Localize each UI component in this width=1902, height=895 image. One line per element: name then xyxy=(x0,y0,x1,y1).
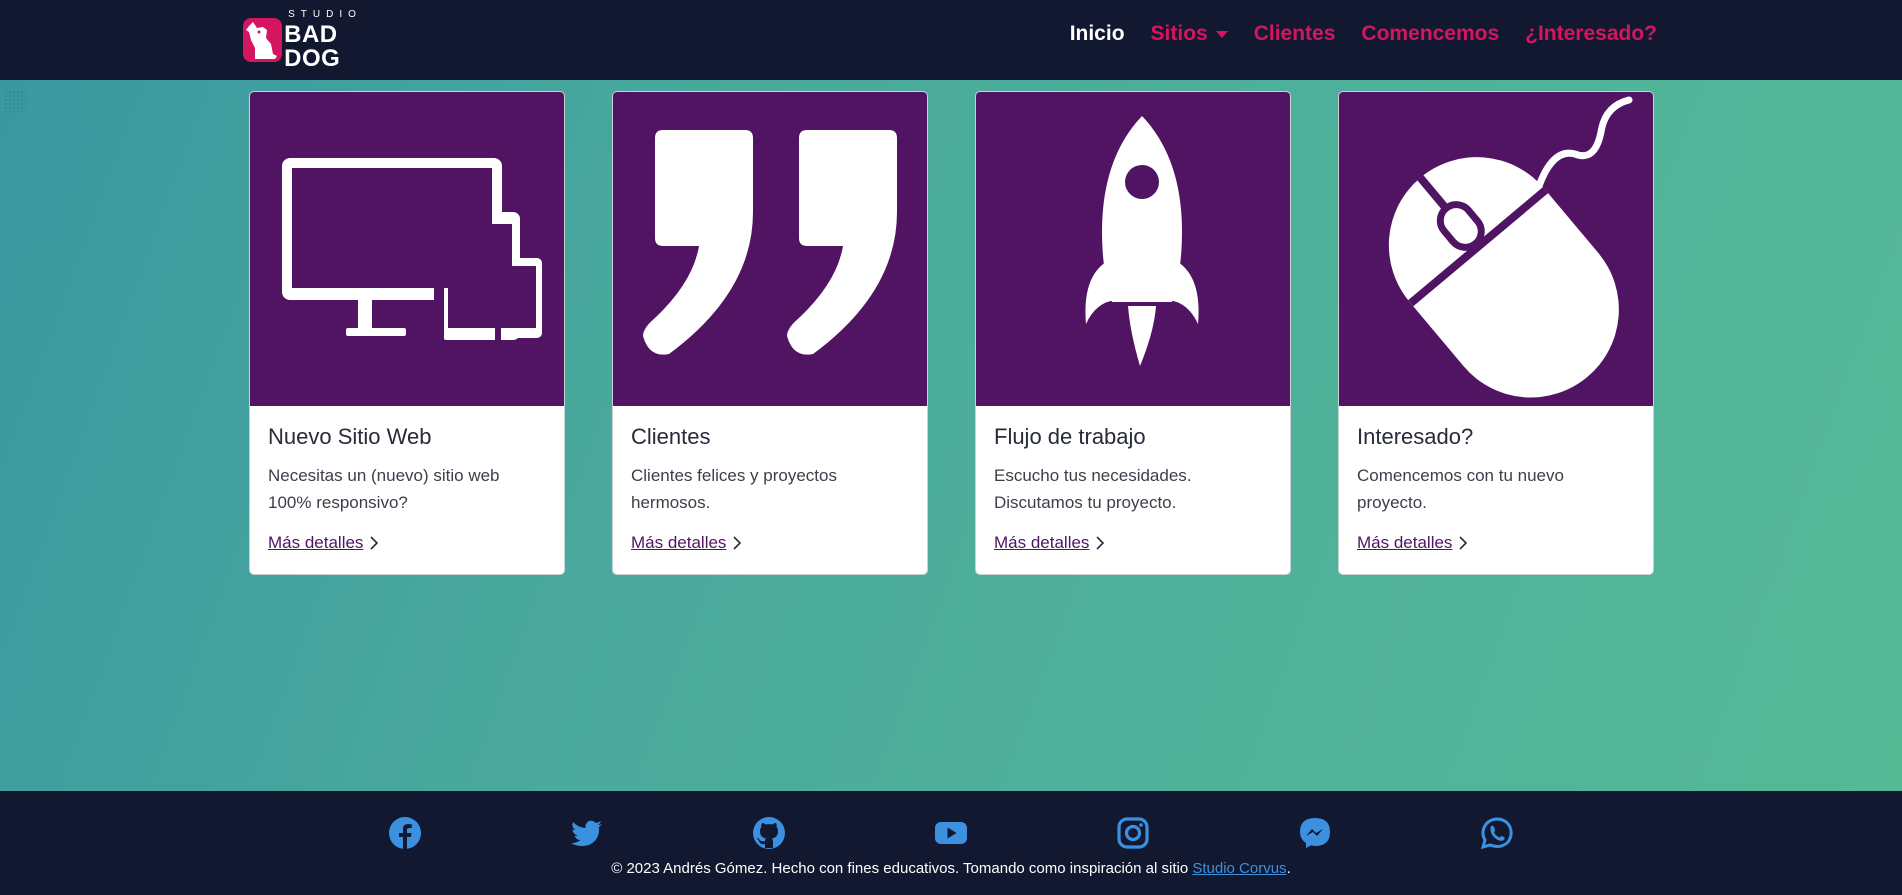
copyright-label: © 2023 Andrés Gómez. Hecho con fines edu… xyxy=(611,860,1193,877)
nav-comencemos-label: Comencemos xyxy=(1361,22,1500,45)
main-section: Nuevo Sitio Web Necesitas un (nuevo) sit… xyxy=(0,80,1902,791)
card-text: Escucho tus necesidades. Discutamos tu p… xyxy=(994,466,1192,512)
dog-icon xyxy=(243,18,283,62)
nav-sitios-dropdown[interactable]: Sitios xyxy=(1151,22,1228,46)
youtube-icon[interactable] xyxy=(934,816,968,850)
rocket-icon xyxy=(976,92,1290,406)
card-text: Clientes felices y proyectos hermosos. xyxy=(631,466,837,512)
card-flujo-de-trabajo: Flujo de trabajo Escucho tus necesidades… xyxy=(975,91,1291,575)
card-title: Nuevo Sitio Web xyxy=(268,424,432,449)
chevron-right-icon xyxy=(370,536,379,550)
nav-interesado-label: ¿Interesado? xyxy=(1525,22,1657,45)
card-title: Clientes xyxy=(631,424,711,449)
nav-menu: Inicio Sitios Clientes Comencemos ¿Inter… xyxy=(1044,22,1657,46)
nav-interesado[interactable]: ¿Interesado? xyxy=(1525,22,1657,46)
instagram-icon[interactable] xyxy=(1116,816,1150,850)
card-link-label: Más detalles xyxy=(1357,533,1453,552)
brand-name: BAD DOG xyxy=(284,20,341,72)
github-icon[interactable] xyxy=(752,816,786,850)
social-links xyxy=(0,791,1902,871)
card-details-link[interactable]: Más detalles xyxy=(631,533,742,553)
navbar: STUDIO BAD DOG Inicio Sitios Clientes Co… xyxy=(0,0,1902,80)
whatsapp-icon[interactable] xyxy=(1480,816,1514,850)
studio-corvus-link[interactable]: Studio Corvus xyxy=(1192,860,1286,877)
card-details-link[interactable]: Más detalles xyxy=(994,533,1105,553)
card-link-label: Más detalles xyxy=(994,533,1090,552)
facebook-icon[interactable] xyxy=(388,816,422,850)
brand-small-text: STUDIO xyxy=(288,8,362,20)
card-link-label: Más detalles xyxy=(268,533,364,552)
footer: © 2023 Andrés Gómez. Hecho con fines edu… xyxy=(0,791,1902,895)
card-title: Flujo de trabajo xyxy=(994,424,1146,449)
caret-down-icon xyxy=(1215,30,1228,38)
chevron-right-icon xyxy=(1459,536,1468,550)
mouse-icon xyxy=(1339,92,1653,406)
card-link-label: Más detalles xyxy=(631,533,727,552)
devices-icon xyxy=(250,92,564,406)
chevron-right-icon xyxy=(1096,536,1105,550)
nav-comencemos[interactable]: Comencemos xyxy=(1361,22,1499,46)
twitter-icon[interactable] xyxy=(570,816,604,850)
card-details-link[interactable]: Más detalles xyxy=(268,533,379,553)
copyright-text: © 2023 Andrés Gómez. Hecho con fines edu… xyxy=(0,860,1902,877)
card-title: Interesado? xyxy=(1357,424,1474,449)
messenger-icon[interactable] xyxy=(1298,816,1332,850)
dots-decoration xyxy=(4,90,26,112)
card-nuevo-sitio-web: Nuevo Sitio Web Necesitas un (nuevo) sit… xyxy=(249,91,565,575)
nav-inicio-label: Inicio xyxy=(1069,22,1125,45)
nav-clientes[interactable]: Clientes xyxy=(1254,22,1336,46)
nav-sitios-label: Sitios xyxy=(1150,22,1208,45)
card-details-link[interactable]: Más detalles xyxy=(1357,533,1468,553)
chevron-right-icon xyxy=(733,536,742,550)
nav-inicio[interactable]: Inicio xyxy=(1070,22,1125,46)
card-text: Necesitas un (nuevo) sitio web 100% resp… xyxy=(268,466,500,512)
quote-icon xyxy=(613,92,927,406)
card-text: Comencemos con tu nuevo proyecto. xyxy=(1357,466,1564,512)
copyright-end: . xyxy=(1286,860,1291,877)
card-clientes: Clientes Clientes felices y proyectos he… xyxy=(612,91,928,575)
brand-logo[interactable]: STUDIO BAD DOG xyxy=(243,9,393,70)
nav-clientes-label: Clientes xyxy=(1253,22,1336,45)
card-interesado: Interesado? Comencemos con tu nuevo proy… xyxy=(1338,91,1654,575)
